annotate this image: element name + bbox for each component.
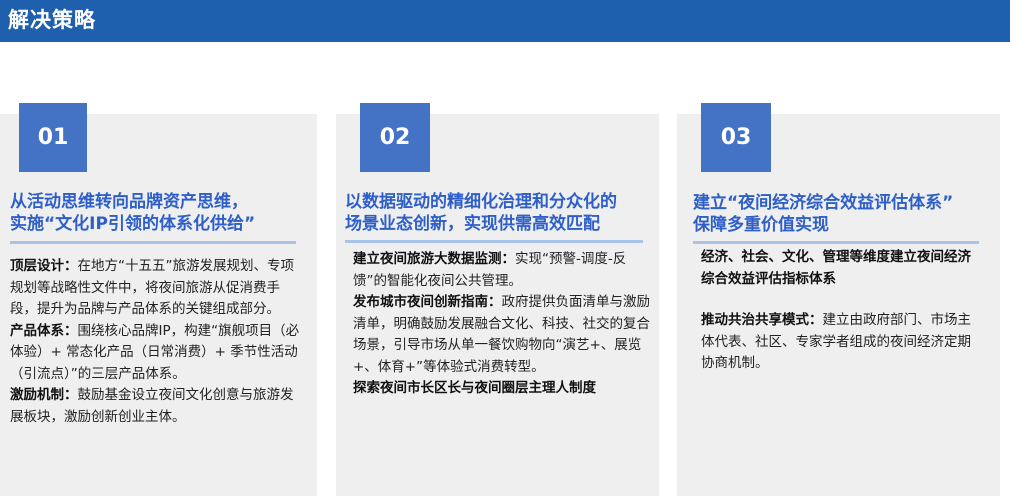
title-divider	[345, 240, 643, 243]
paragraph-lead: 经济、社会、文化、管理等维度建立夜间经济综合效益评估指标体系	[701, 249, 971, 287]
page-title: 解决策略	[8, 8, 96, 32]
body-paragraph: 发布城市夜间创新指南：政府提供负面清单与激励清单，明确鼓励发展融合文化、科技、社…	[353, 292, 651, 378]
body-paragraph: 激励机制：鼓励基金设立夜间文化创意与旅游发展板块，激励创新创业主体。	[10, 385, 306, 428]
paragraph-lead: 激励机制：	[10, 387, 78, 403]
body-paragraph: 产品体系：围绕核心品牌IP，构建“旗舰项目（必体验）+ 常态化产品（日常消费）+…	[10, 321, 306, 386]
paragraph-lead: 探索夜间市长区长与夜间圈层主理人制度	[353, 380, 596, 396]
body-paragraph: 经济、社会、文化、管理等维度建立夜间经济综合效益评估指标体系	[701, 247, 979, 290]
title-divider	[10, 241, 296, 244]
body-paragraph: 探索夜间市长区长与夜间圈层主理人制度	[353, 378, 651, 400]
card-body: 经济、社会、文化、管理等维度建立夜间经济综合效益评估指标体系 推动共治共享模式：…	[701, 247, 979, 375]
body-paragraph: 顶层设计：在地方“十五五”旅游发展规划、专项规划等战略性文件中，将夜间旅游从促消…	[10, 256, 306, 321]
card-title: 以数据驱动的精细化治理和分众化的 场景业态创新，实现供需高效匹配	[345, 191, 617, 235]
card-body: 建立夜间旅游大数据监测：实现“预警-调度-反馈”的智能化夜间公共管理。 发布城市…	[353, 249, 651, 400]
card-title-line: 从活动思维转向品牌资产思维，	[10, 192, 248, 212]
paragraph-lead: 顶层设计：	[10, 258, 78, 274]
card-body: 顶层设计：在地方“十五五”旅游发展规划、专项规划等战略性文件中，将夜间旅游从促消…	[10, 256, 306, 428]
card-title: 从活动思维转向品牌资产思维， 实施“文化IP引领的体系化供给”	[10, 191, 255, 235]
card-title-line: 以数据驱动的精细化治理和分众化的	[345, 192, 617, 212]
card-number-badge: 02	[360, 103, 430, 172]
card-title: 建立“夜间经济综合效益评估体系” 保障多重价值实现	[693, 192, 953, 236]
paragraph-lead: 推动共治共享模式：	[701, 312, 823, 328]
card-title-line: 实施“文化IP引领的体系化供给”	[10, 214, 256, 234]
card-title-line: 保障多重价值实现	[693, 215, 829, 235]
card-number-badge: 01	[19, 103, 87, 172]
paragraph-lead: 发布城市夜间创新指南：	[353, 294, 502, 310]
paragraph-lead: 建立夜间旅游大数据监测：	[353, 251, 515, 267]
card-number-badge: 03	[701, 103, 771, 172]
header-bar: 解决策略	[0, 0, 1010, 42]
card-title-line: 建立“夜间经济综合效益评估体系”	[693, 193, 954, 213]
paragraph-lead: 产品体系：	[10, 322, 78, 339]
card-title-line: 场景业态创新，实现供需高效匹配	[345, 214, 600, 234]
body-paragraph: 推动共治共享模式：建立由政府部门、市场主体代表、社区、专家学者组成的夜间经济定期…	[701, 310, 979, 375]
body-paragraph: 建立夜间旅游大数据监测：实现“预警-调度-反馈”的智能化夜间公共管理。	[353, 249, 651, 292]
title-divider	[693, 241, 979, 244]
